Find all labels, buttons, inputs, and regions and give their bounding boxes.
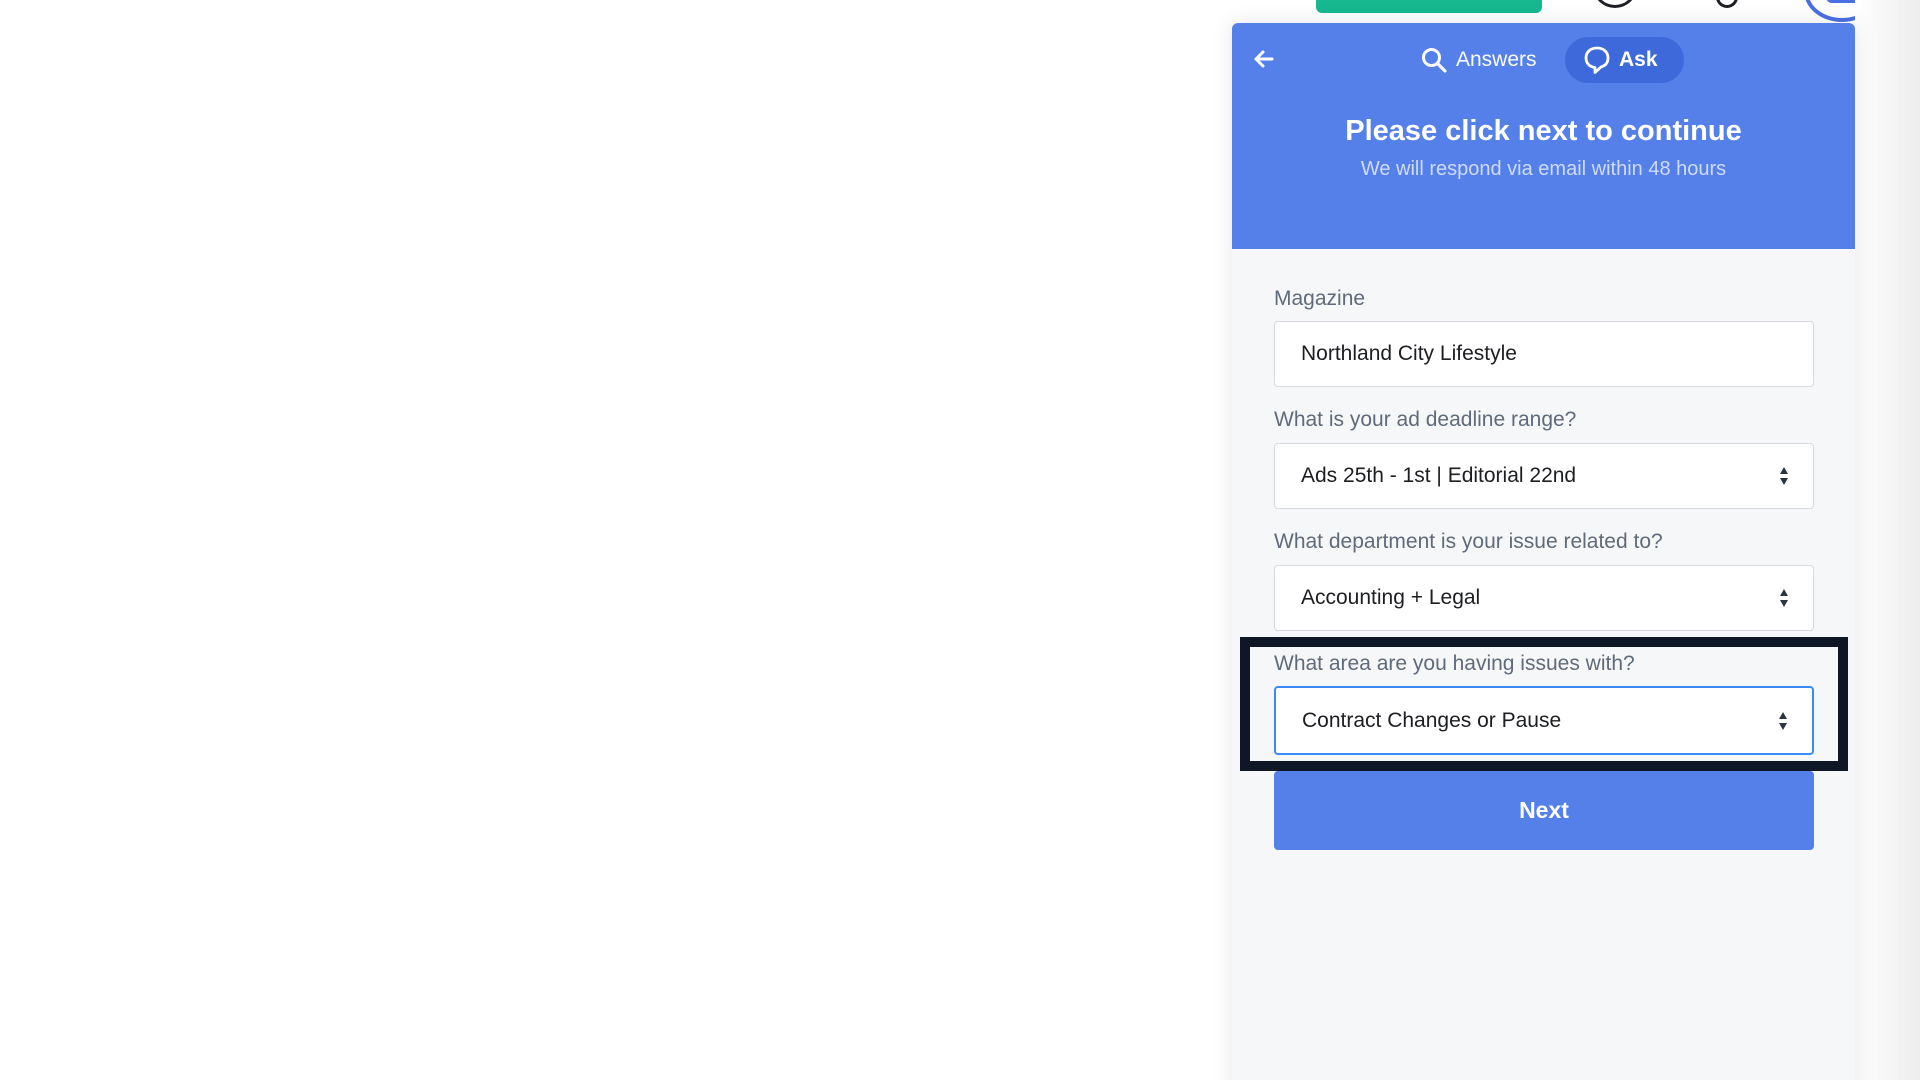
- issue-area-label: What area are you having issues with?: [1274, 652, 1635, 675]
- deadline-select[interactable]: Ads 25th - 1st | Editorial 22nd: [1274, 443, 1814, 509]
- widget-header: Answers Ask Please click next to continu…: [1232, 23, 1855, 249]
- department-value: Accounting + Legal: [1301, 586, 1481, 609]
- back-button[interactable]: [1250, 45, 1278, 73]
- magazine-label: Magazine: [1274, 287, 1366, 310]
- arrow-left-icon: [1254, 50, 1274, 68]
- tab-ask[interactable]: Ask: [1565, 37, 1684, 83]
- department-label: What department is your issue related to…: [1274, 530, 1663, 553]
- help-widget: Answers Ask Please click next to continu…: [1232, 23, 1855, 1080]
- tab-answers-label: Answers: [1456, 48, 1537, 71]
- tab-answers[interactable]: Answers: [1412, 37, 1554, 83]
- page-edge-shadow: [1855, 0, 1920, 1080]
- deadline-value: Ads 25th - 1st | Editorial 22nd: [1301, 464, 1577, 487]
- page: Answers Ask Please click next to continu…: [0, 0, 1920, 1080]
- magazine-field[interactable]: Northland City Lifestyle: [1274, 321, 1814, 387]
- deadline-label: What is your ad deadline range?: [1274, 408, 1577, 431]
- select-arrows-icon: [1780, 467, 1788, 485]
- top-green-button[interactable]: [1316, 0, 1542, 13]
- department-select[interactable]: Accounting + Legal: [1274, 565, 1814, 631]
- select-arrows-icon: [1780, 589, 1788, 607]
- top-circle-icon[interactable]: [1594, 0, 1636, 8]
- issue-area-value: Contract Changes or Pause: [1302, 708, 1562, 732]
- widget-title: Please click next to continue: [1345, 115, 1742, 147]
- widget-subtitle: We will respond via email within 48 hour…: [1360, 158, 1727, 180]
- search-icon: [1422, 48, 1447, 73]
- issue-area-select[interactable]: Contract Changes or Pause: [1274, 686, 1814, 755]
- top-hook-icon[interactable]: [1716, 0, 1738, 8]
- tab-ask-label: Ask: [1619, 48, 1658, 71]
- magazine-value: Northland City Lifestyle: [1301, 342, 1517, 365]
- select-arrows-icon: [1779, 711, 1787, 730]
- next-button[interactable]: Next: [1274, 771, 1814, 850]
- chat-bubble-icon: [1584, 46, 1610, 74]
